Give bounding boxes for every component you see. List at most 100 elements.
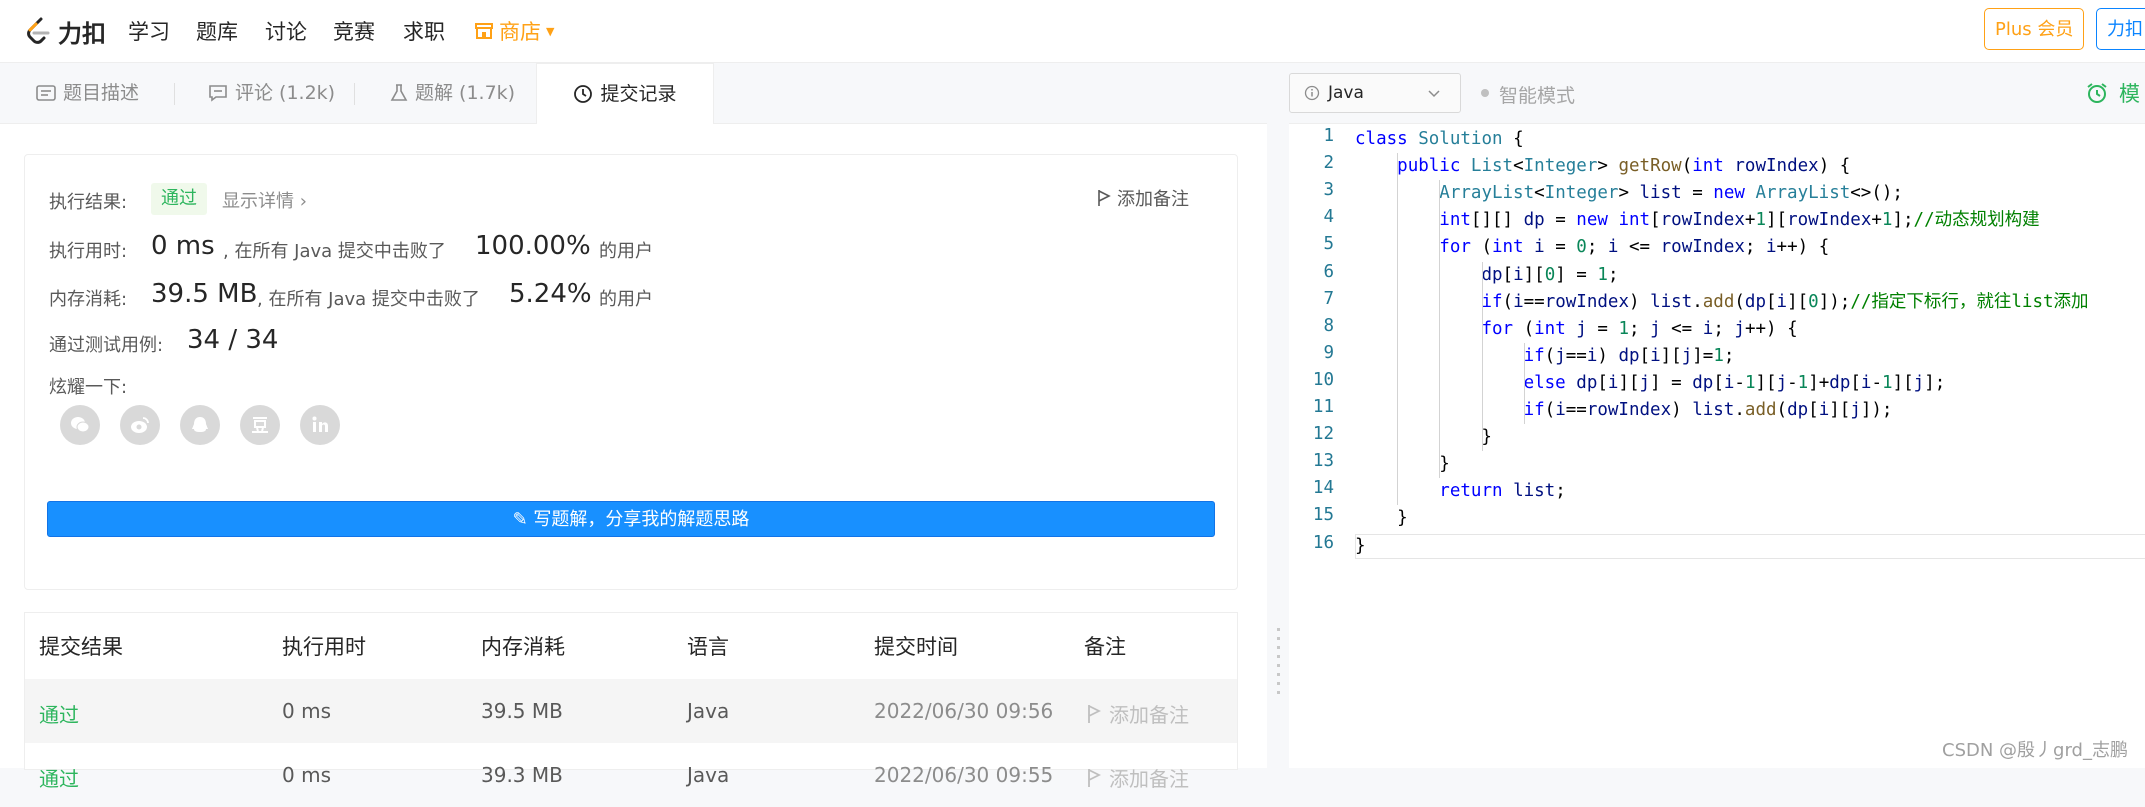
table-row[interactable]: 通过 0 ms 39.5 MB Java 2022/06/30 09:56 添加… [25, 679, 1237, 743]
code-line[interactable]: else dp[i][j] = dp[i-1][j-1]+dp[i-1][j]; [1355, 370, 1946, 397]
nav-shop-label: 商店 [499, 20, 541, 44]
code-line[interactable]: ArrayList<Integer> list = new ArrayList<… [1355, 180, 1903, 207]
pencil-icon: ✎ [512, 509, 528, 530]
leetcode-logo[interactable]: 力扣 [22, 14, 106, 48]
indent-guide [1397, 153, 1398, 506]
line-number: 8 [1323, 315, 1334, 336]
code-line[interactable]: int[][] dp = new int[rowIndex+1][rowInde… [1355, 207, 2039, 234]
line-number: 6 [1323, 261, 1334, 282]
row-language: Java [687, 763, 730, 787]
plus-member-button[interactable]: Plus 会员 [1984, 8, 2085, 50]
testcases-label: 通过测试用例: [49, 335, 164, 356]
mock-interview-button[interactable]: 模 [2085, 78, 2140, 108]
language-select-value: Java [1328, 83, 1364, 103]
code-line[interactable]: if(j==i) dp[i][j]=1; [1355, 343, 1735, 370]
linkedin-icon [312, 416, 328, 432]
runtime-beats-text: , 在所有 Java 提交中击败了 [223, 241, 446, 262]
memory-percent: 5.24% [509, 279, 592, 309]
code-line[interactable]: class Solution { [1355, 126, 1524, 153]
runtime-value: 0 ms [151, 231, 215, 261]
nav-learn[interactable]: 学习 [128, 16, 170, 46]
share-label: 炫耀一下: [49, 377, 128, 398]
memory-label: 内存消耗: [49, 289, 128, 310]
result-label: 执行结果: [49, 192, 128, 213]
submissions-table: 提交结果 执行用时 内存消耗 语言 提交时间 备注 通过 0 ms 39.5 M… [24, 612, 1238, 791]
line-number: 9 [1323, 342, 1334, 363]
line-number: 1 [1323, 126, 1334, 146]
flag-icon [1088, 768, 1101, 787]
runtime-percent: 100.00% [475, 231, 591, 261]
code-editor[interactable]: 1 2 3 4 5 6 7 8 9 10 11 12 13 14 15 16 class Solution {… [1289, 124, 2145, 768]
write-solution-label: 写题解，分享我的解题思路 [533, 509, 750, 530]
row-add-note-label: 添加备注 [1109, 703, 1189, 727]
share-wechat[interactable] [60, 405, 100, 445]
douban-icon [252, 417, 268, 433]
chevron-down-icon [1428, 90, 1440, 98]
table-row[interactable]: 通过 0 ms 39.3 MB Java 2022/06/30 09:55 添加… [25, 743, 1237, 807]
row-runtime: 0 ms [282, 763, 331, 787]
line-number: 4 [1323, 207, 1334, 228]
comment-icon [209, 85, 227, 102]
row-add-note-button[interactable]: 添加备注 [1087, 763, 1189, 792]
col-header-runtime: 执行用时 [282, 635, 366, 659]
share-weibo[interactable] [120, 405, 160, 445]
line-number: 13 [1312, 451, 1334, 472]
line-number: 11 [1312, 397, 1334, 417]
share-linkedin[interactable] [300, 405, 340, 445]
row-memory: 39.5 MB [481, 699, 563, 723]
row-result[interactable]: 通过 [39, 699, 79, 728]
tab-description[interactable]: 题目描述 [36, 63, 139, 123]
write-solution-button[interactable]: ✎ 写题解，分享我的解题思路 [47, 501, 1215, 537]
code-line[interactable]: dp[i][0] = 1; [1355, 262, 1618, 289]
line-number: 3 [1323, 180, 1334, 201]
code-line[interactable]: if(i==rowIndex) list.add(dp[i][j]); [1355, 397, 1893, 424]
line-number: 7 [1323, 288, 1334, 309]
share-douban[interactable] [240, 405, 280, 445]
row-add-note-label: 添加备注 [1109, 767, 1189, 791]
col-header-language: 语言 [687, 635, 729, 659]
flask-icon [390, 84, 408, 101]
caret-down-icon: ▼ [546, 24, 555, 38]
editor-toolbar: Java 智能模式 模 [1289, 63, 2145, 124]
code-line[interactable]: for (int j = 1; j <= i; j++) { [1355, 316, 1797, 343]
row-runtime: 0 ms [282, 699, 331, 723]
col-header-memory: 内存消耗 [481, 635, 565, 659]
row-result[interactable]: 通过 [39, 763, 79, 792]
tab-description-label: 题目描述 [63, 82, 140, 104]
code-line[interactable]: return list; [1355, 478, 1565, 505]
nav-shop[interactable]: 商店 ▼ [474, 16, 554, 46]
splitter-grip-handle[interactable] [1277, 628, 1280, 698]
line-number: 5 [1323, 234, 1334, 255]
row-memory: 39.3 MB [481, 763, 563, 787]
code-line[interactable]: } [1355, 505, 1408, 532]
leetcode-app-button[interactable]: 力扣 [2096, 8, 2145, 50]
row-language: Java [687, 699, 730, 723]
code-line[interactable]: if(i==rowIndex) list.add(dp[i][0]);//指定下… [1355, 289, 2088, 316]
code-line[interactable]: public List<Integer> getRow(int rowIndex… [1355, 153, 1850, 180]
line-number: 10 [1312, 369, 1334, 390]
nav-discuss[interactable]: 讨论 [265, 16, 307, 46]
indent-guide [1439, 180, 1440, 479]
mock-label: 模 [2119, 82, 2140, 106]
nav-contest[interactable]: 竞赛 [333, 16, 375, 46]
tab-solutions[interactable]: 题解 (1.7k) [390, 63, 515, 123]
tab-submissions[interactable]: 提交记录 [536, 63, 714, 124]
share-qq[interactable] [180, 405, 220, 445]
weibo-icon [131, 417, 149, 433]
memory-beats-text: , 在所有 Java 提交中击败了 [257, 289, 480, 310]
tab-solutions-label: 题解 (1.7k) [415, 82, 516, 104]
show-details-link[interactable]: 显示详情 › [222, 187, 307, 213]
code-line[interactable]: for (int i = 0; i <= rowIndex; i++) { [1355, 234, 1829, 261]
tab-comments[interactable]: 评论 (1.2k) [208, 63, 335, 123]
add-note-button[interactable]: 添加备注 [1097, 185, 1189, 211]
language-select[interactable]: Java [1289, 73, 1461, 113]
row-add-note-button[interactable]: 添加备注 [1087, 699, 1189, 728]
description-icon [36, 85, 56, 101]
code-line[interactable]: } [1355, 424, 1492, 451]
result-card: 执行结果: 通过 显示详情 › 添加备注 执行用时: 0 ms , 在所有 Ja… [24, 154, 1238, 590]
nav-jobs[interactable]: 求职 [403, 16, 445, 46]
smart-mode-toggle[interactable]: 智能模式 [1499, 81, 1575, 108]
code-line[interactable]: } [1355, 451, 1450, 478]
nav-problems[interactable]: 题库 [196, 16, 238, 46]
submission-pane: 执行结果: 通过 显示详情 › 添加备注 执行用时: 0 ms , 在所有 Ja… [0, 124, 1267, 791]
